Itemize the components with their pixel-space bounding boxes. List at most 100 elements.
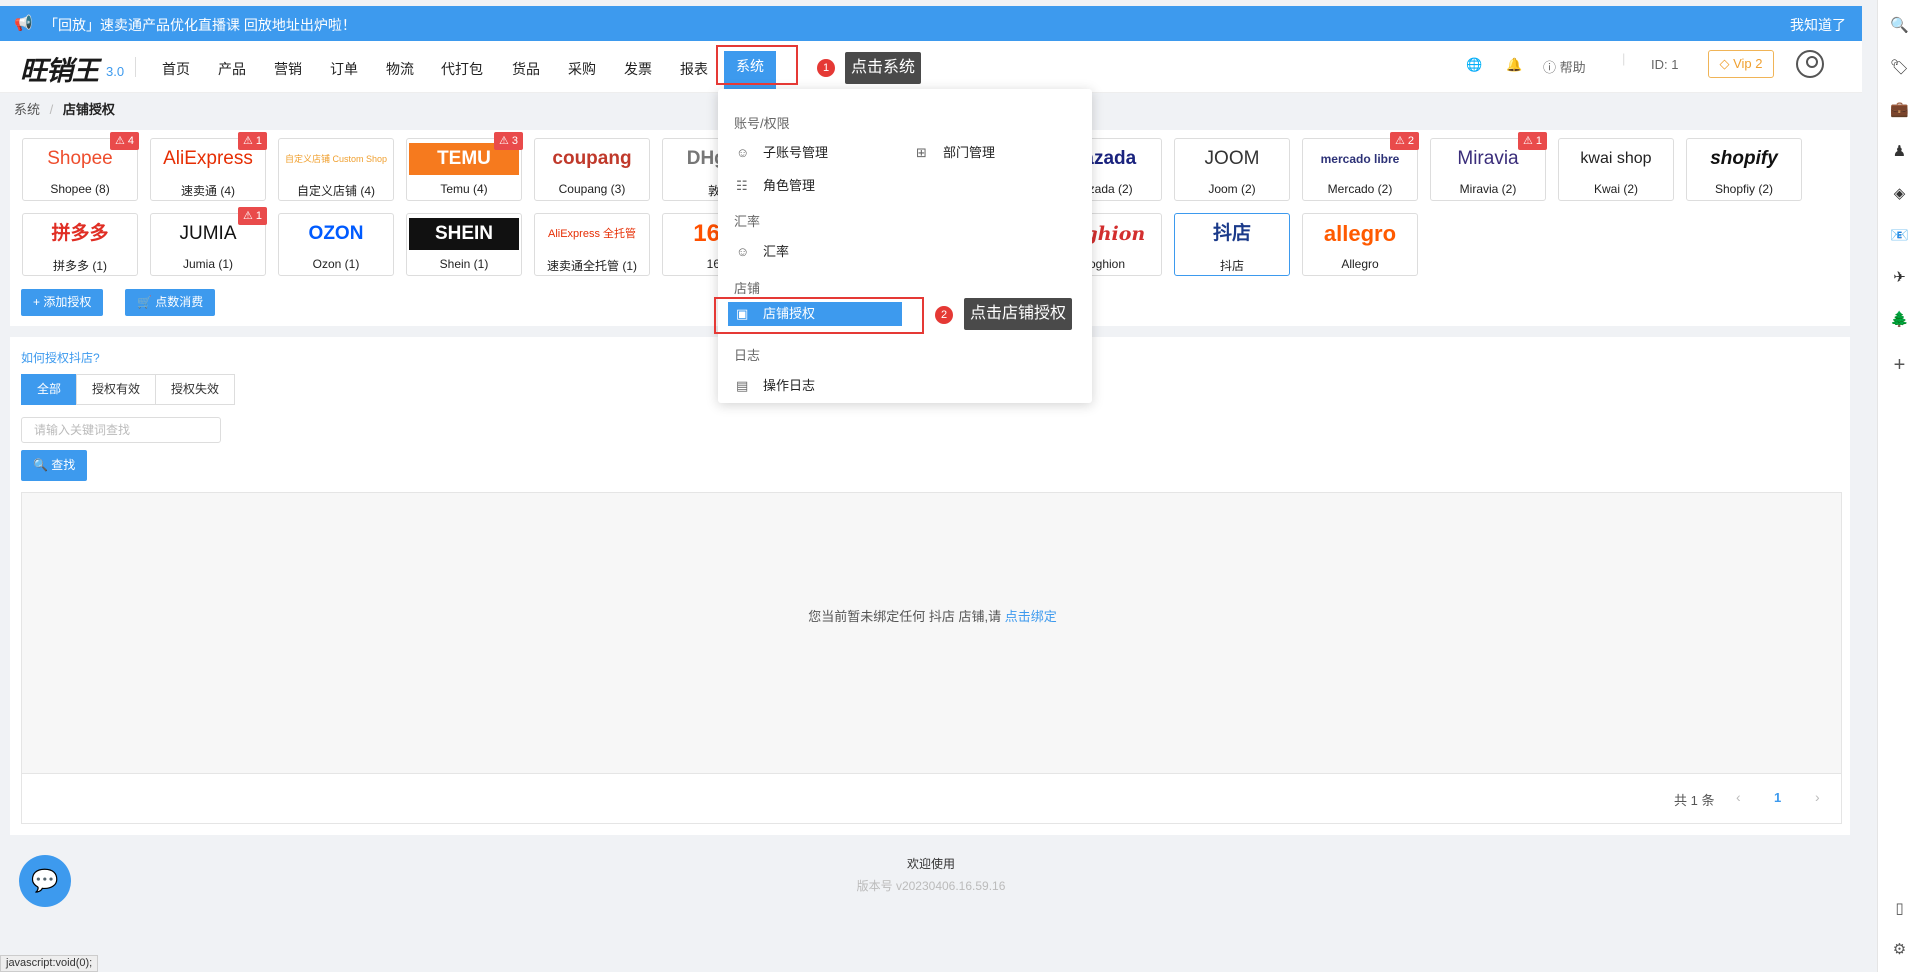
add-icon[interactable]: + <box>1878 354 1920 377</box>
avatar[interactable] <box>1796 50 1824 78</box>
browser-sidebar: 🔍 🏷 💼 ♟ ◈ 📧 ✈ 🌲 + ▯ ⚙ <box>1877 0 1920 972</box>
highlight-box-shop-auth <box>714 297 924 334</box>
shop-name: Shein (1) <box>439 257 489 271</box>
shop-card-allegro[interactable]: allegro Allegro <box>1302 213 1418 276</box>
tab-all[interactable]: 全部 <box>21 374 77 405</box>
copilot-icon[interactable]: ◈ <box>1878 184 1920 202</box>
shop-card-pinduoduo[interactable]: 拼多多 拼多多 (1) <box>22 213 138 276</box>
search-icon[interactable]: 🔍 <box>1878 16 1920 34</box>
announcement-text[interactable]: 「回放」速卖通产品优化直播课 回放地址出炉啦！ <box>44 15 356 35</box>
menu-item-operation-log[interactable]: ▤ 操作日志 <box>736 375 815 394</box>
globe-icon[interactable]: 🌐 <box>1466 57 1482 73</box>
outlook-icon[interactable]: 📧 <box>1878 226 1920 244</box>
chat-button[interactable]: 💬 <box>19 855 71 907</box>
shop-name: Shopfiy (2) <box>1714 182 1774 196</box>
nav-item-purchase[interactable]: 采购 <box>568 59 596 79</box>
shop-card-shopee[interactable]: Shopee Shopee (8) ⚠ 4 <box>22 132 139 201</box>
shop-card-aliexpress[interactable]: AliExpress 速卖通 (4) ⚠ 1 <box>150 132 267 201</box>
shop-card-mercado[interactable]: mercado libre Mercado (2) ⚠ 2 <box>1302 132 1419 201</box>
chat-icon: 💬 <box>31 868 59 893</box>
nav-item-reports[interactable]: 报表 <box>680 59 708 79</box>
shop-card-miravia[interactable]: Miravia Miravia (2) ⚠ 1 <box>1430 132 1547 201</box>
menu-group-shop: 店铺 <box>734 281 761 296</box>
sidebar-toggle-icon[interactable]: ▯ <box>1878 899 1920 917</box>
menu-item-department[interactable]: ⊞ 部门管理 <box>916 142 995 161</box>
shop-card-coupang[interactable]: coupang Coupang (3) <box>534 138 650 201</box>
menu-group-account: 账号/权限 <box>734 116 790 131</box>
prev-page-icon[interactable]: ‹ <box>1736 789 1741 805</box>
empty-text: 您当前暂未绑定任何 抖店 店铺,请 <box>808 609 1005 624</box>
tab-valid[interactable]: 授权有效 <box>76 374 156 405</box>
nav-item-invoice[interactable]: 发票 <box>624 59 652 79</box>
next-page-icon[interactable]: › <box>1815 789 1820 805</box>
shop-card-joom[interactable]: JOOM Joom (2) <box>1174 138 1290 201</box>
shop-card-jumia[interactable]: JUMIA Jumia (1) ⚠ 1 <box>150 207 267 276</box>
menu-group-log: 日志 <box>734 348 761 363</box>
divider <box>135 57 136 77</box>
tooltip-click-system: 点击系统 <box>845 52 922 84</box>
shop-logo: 拼多多 <box>51 223 109 244</box>
send-icon[interactable]: ✈ <box>1878 268 1920 286</box>
menu-item-exchange-rate[interactable]: ☺ 汇率 <box>736 241 789 260</box>
shop-card-custom[interactable]: 自定义店铺 Custom Shop 自定义店铺 (4) <box>278 138 394 201</box>
shop-name: Joom (2) <box>1208 182 1256 196</box>
briefcase-icon[interactable]: 💼 <box>1878 100 1920 118</box>
nav-item-marketing[interactable]: 营销 <box>274 59 302 79</box>
user-icon: ☺ <box>736 244 750 259</box>
logo[interactable]: 旺销王 <box>20 49 99 88</box>
nav-item-packing[interactable]: 代打包 <box>441 59 483 79</box>
tag-icon[interactable]: 🏷 <box>1878 58 1920 76</box>
shop-card-kwai[interactable]: kwai shop Kwai (2) <box>1558 138 1674 201</box>
add-auth-button[interactable]: + 添加授权 <box>21 289 104 316</box>
shop-card-douyin[interactable]: 抖店 抖店 <box>1174 213 1290 276</box>
shop-name: Coupang (3) <box>558 182 626 196</box>
shop-card-ozon[interactable]: OZON Ozon (1) <box>278 213 394 276</box>
page-number[interactable]: 1 <box>1774 790 1781 805</box>
vip-badge[interactable]: ◇ Vip 2 <box>1708 50 1774 78</box>
menu-item-role[interactable]: ☷ 角色管理 <box>736 175 815 194</box>
warning-badge: ⚠ 3 <box>493 132 523 150</box>
bind-shop-link[interactable]: 点击绑定 <box>1005 609 1057 624</box>
tree-icon[interactable]: 🌲 <box>1878 310 1920 328</box>
plus-icon: + <box>33 295 44 309</box>
shop-logo: OZON <box>308 223 364 244</box>
nav-item-home[interactable]: 首页 <box>162 59 190 79</box>
shop-logo: allegro <box>1323 221 1397 246</box>
breadcrumb-separator: / <box>49 102 54 117</box>
menu-item-subaccount[interactable]: ☺ 子账号管理 <box>736 142 828 161</box>
announcement-bar: 📢 「回放」速卖通产品优化直播课 回放地址出炉啦！ 我知道了 <box>0 6 1862 41</box>
howto-link[interactable]: 如何授权抖店? <box>21 349 100 366</box>
dismiss-announcement-button[interactable]: 我知道了 <box>1790 15 1846 35</box>
vip-label: Vip 2 <box>1733 56 1763 71</box>
breadcrumb-root[interactable]: 系统 <box>14 102 40 117</box>
nav-item-product[interactable]: 产品 <box>218 59 246 79</box>
shop-card-shein[interactable]: SHEIN Shein (1) <box>406 213 522 276</box>
shop-logo: 抖店 <box>1212 223 1251 244</box>
footer-welcome: 欢迎使用 <box>906 857 955 871</box>
pagination: 共 1 条 ‹ 1 › <box>21 774 1842 824</box>
nav-item-logistics[interactable]: 物流 <box>386 59 414 79</box>
bell-icon[interactable]: 🔔 <box>1506 57 1522 73</box>
shop-name: 抖店 <box>1219 259 1244 273</box>
logo-version: 3.0 <box>106 64 125 79</box>
shop-card-shopify[interactable]: shopify Shopfiy (2) <box>1686 138 1802 201</box>
help-label: 帮助 <box>1559 60 1586 75</box>
nav-item-goods[interactable]: 货品 <box>512 59 540 79</box>
shop-name: 速卖通全托管 (1) <box>546 259 637 273</box>
chess-icon[interactable]: ♟ <box>1878 142 1920 160</box>
search-button[interactable]: 🔍 查找 <box>21 450 88 481</box>
shop-name: 拼多多 (1) <box>52 259 107 273</box>
search-input[interactable] <box>21 417 221 443</box>
tab-invalid[interactable]: 授权失效 <box>155 374 235 405</box>
shop-logo: JOOM <box>1204 148 1260 169</box>
step-marker: 1 <box>817 59 835 77</box>
shop-card-temu[interactable]: TEMU Temu (4) ⚠ 3 <box>406 132 523 201</box>
shop-card-aliexpress-managed[interactable]: AliExpress 全托管 速卖通全托管 (1) <box>534 213 650 276</box>
empty-state: 您当前暂未绑定任何 抖店 店铺,请 点击绑定 <box>22 606 1843 625</box>
shop-logo: shopify <box>1710 148 1778 169</box>
points-consumption-button[interactable]: 🛒 点数消费 <box>125 289 216 316</box>
shop-name: Mercado (2) <box>1327 182 1393 196</box>
gear-icon[interactable]: ⚙ <box>1878 940 1920 958</box>
help-link[interactable]: ⓘ 帮助 <box>1543 57 1586 76</box>
nav-item-orders[interactable]: 订单 <box>330 59 358 79</box>
